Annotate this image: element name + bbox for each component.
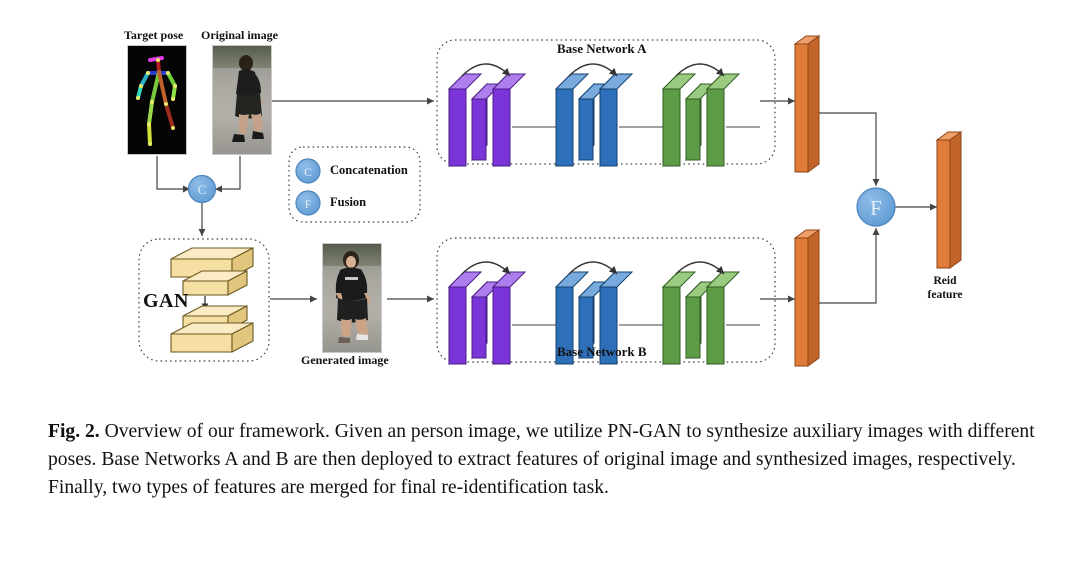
- concatenation-node-symbol: C: [198, 182, 207, 197]
- legend-item-fusion: F: [295, 190, 321, 216]
- generated-image-photo: [322, 243, 382, 353]
- legend-concat-symbol: C: [304, 165, 312, 179]
- block-group-purple-a: [447, 63, 527, 168]
- legend-label-concatenation: Concatenation: [330, 163, 408, 177]
- legend-fusion-symbol: F: [305, 197, 312, 211]
- block-group-purple-b: [447, 261, 527, 366]
- connector-lines: [156, 97, 937, 304]
- reid-feature-line1: Reid: [933, 275, 957, 287]
- legend-label-fusion: Fusion: [330, 195, 367, 209]
- feature-bar-a: [793, 35, 821, 173]
- block-group-blue-a: [554, 63, 634, 168]
- original-image-photo: [212, 45, 272, 155]
- fusion-node-symbol: F: [870, 196, 882, 220]
- figure-caption: Fig. 2. Overview of our framework. Given…: [48, 418, 1038, 501]
- base-network-a-blocks: [447, 63, 760, 168]
- block-group-green-b: [661, 261, 741, 366]
- reid-feature-bar: [935, 131, 963, 269]
- feature-bar-b: [793, 229, 821, 367]
- concatenation-node[interactable]: C: [187, 174, 217, 204]
- gan-label: GAN: [143, 290, 189, 312]
- legend-item-concatenation: C: [295, 158, 321, 184]
- base-network-b-label: Base Network B: [557, 344, 647, 359]
- reid-feature-label: Reid feature: [922, 274, 968, 303]
- fusion-node[interactable]: F: [856, 187, 896, 227]
- caption-text: Overview of our framework. Given an pers…: [48, 421, 1035, 498]
- target-pose-label: Target pose: [124, 28, 184, 42]
- target-pose-image: [127, 45, 187, 155]
- generated-image-label: Generated image: [301, 353, 389, 367]
- figure-diagram: C F C F Target pose Original image Gener…: [0, 0, 1080, 400]
- block-group-green-a: [661, 63, 741, 168]
- caption-figure-number: Fig. 2.: [48, 421, 100, 442]
- reid-feature-line2: feature: [927, 289, 963, 302]
- original-image-label: Original image: [201, 28, 278, 42]
- base-network-a-label: Base Network A: [557, 41, 647, 56]
